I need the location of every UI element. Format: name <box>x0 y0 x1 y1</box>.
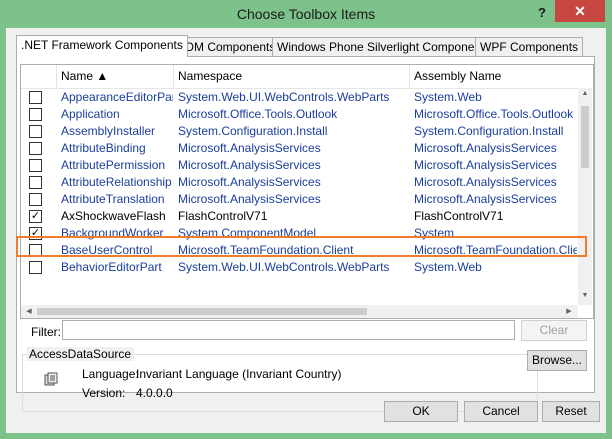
details-group-title: AccessDataSource <box>26 347 135 361</box>
row-checkbox[interactable] <box>29 261 42 274</box>
cell-name: AxShockwaveFlash <box>61 209 166 223</box>
cell-namespace: Microsoft.AnalysisServices <box>178 175 321 189</box>
tab-wpf-components[interactable]: WPF Components <box>475 37 584 56</box>
scroll-left-arrow-icon[interactable]: ◀ <box>22 307 36 315</box>
table-row[interactable]: AttributePermission Microsoft.AnalysisSer… <box>21 157 581 174</box>
cell-namespace: Microsoft.AnalysisServices <box>178 158 321 172</box>
dialog-window: Choose Toolbox Items ? ✕ .NET Framework … <box>0 0 612 439</box>
table-body: AppearanceEditorPart System.Web.UI.WebCon… <box>21 89 581 305</box>
cell-name: AttributeBinding <box>61 141 146 155</box>
cell-assembly-name: Microsoft.AnalysisServices <box>414 192 557 206</box>
cell-name: BehaviorEditorPart <box>61 260 162 274</box>
cell-namespace: System.Web.UI.WebControls.WebParts <box>178 90 390 104</box>
dialog-body: .NET Framework Components COM Components… <box>6 28 606 433</box>
cell-namespace: System.Web.UI.WebControls.WebParts <box>178 260 390 274</box>
table-row[interactable]: ✓ AxShockwaveFlash FlashControlV71 FlashCon… <box>21 208 581 225</box>
browse-button[interactable]: Browse... <box>527 350 587 371</box>
table-row[interactable]: BehaviorEditorPart System.Web.UI.WebContr… <box>21 259 581 276</box>
row-checkbox[interactable] <box>29 159 42 172</box>
table-row[interactable]: AttributeTranslation Microsoft.AnalysisSe… <box>21 191 581 208</box>
scroll-right-arrow-icon[interactable]: ▶ <box>562 307 576 315</box>
table-row[interactable]: AttributeBinding Microsoft.AnalysisServic… <box>21 140 581 157</box>
selected-row-highlight <box>16 236 587 257</box>
cell-assembly-name: Microsoft.AnalysisServices <box>414 141 557 155</box>
language-value: Invariant Language (Invariant Country) <box>136 367 342 381</box>
language-label: Language: <box>82 367 139 381</box>
horizontal-scroll-thumb[interactable] <box>37 308 367 315</box>
row-checkbox[interactable] <box>29 91 42 104</box>
clear-button[interactable]: Clear <box>521 320 587 341</box>
close-button[interactable]: ✕ <box>555 0 605 22</box>
cell-assembly-name: System.Web <box>414 260 482 274</box>
tab-net-framework-components[interactable]: .NET Framework Components <box>16 35 188 57</box>
table-row[interactable]: AppearanceEditorPart System.Web.UI.WebCon… <box>21 89 581 106</box>
column-header-name[interactable]: Name ▲ <box>57 65 174 88</box>
cell-assembly-name: System.Web <box>414 90 482 104</box>
cell-namespace: System.Configuration.Install <box>178 124 328 138</box>
scroll-down-arrow-icon[interactable]: ▼ <box>578 292 592 299</box>
table-row[interactable]: AssemblyInstaller System.Configuration.In… <box>21 123 581 140</box>
help-button[interactable]: ? <box>532 3 552 23</box>
version-value: 4.0.0.0 <box>136 386 173 400</box>
reset-button[interactable]: Reset <box>542 401 600 422</box>
version-label: Version: <box>82 386 126 400</box>
cell-assembly-name: Microsoft.AnalysisServices <box>414 158 557 172</box>
details-group <box>22 354 538 412</box>
row-checkbox[interactable] <box>29 193 42 206</box>
row-checkbox[interactable]: ✓ <box>29 210 42 223</box>
vertical-scroll-thumb[interactable] <box>581 106 589 168</box>
cell-assembly-name: Microsoft.Office.Tools.Outlook <box>414 107 574 121</box>
cancel-button[interactable]: Cancel <box>464 401 538 422</box>
filter-input[interactable] <box>62 320 515 340</box>
assembly-icon <box>44 372 58 386</box>
cell-name: AttributeTranslation <box>61 192 165 206</box>
cell-assembly-name: System.Configuration.Install <box>414 124 564 138</box>
cell-name: AttributeRelationship <box>61 175 172 189</box>
checkbox-column-header <box>21 65 57 88</box>
horizontal-scrollbar[interactable]: ◀ ▶ <box>21 305 578 318</box>
row-checkbox[interactable] <box>29 176 42 189</box>
filter-label: Filter: <box>31 325 61 339</box>
cell-namespace: FlashControlV71 <box>178 209 268 223</box>
cell-namespace: Microsoft.AnalysisServices <box>178 192 321 206</box>
ok-button[interactable]: OK <box>384 401 458 422</box>
components-table: Name ▲ Namespace Assembly Name Appearanc… <box>20 64 594 319</box>
cell-assembly-name: FlashControlV71 <box>414 209 504 223</box>
table-row[interactable]: AttributeRelationship Microsoft.AnalysisS… <box>21 174 581 191</box>
row-checkbox[interactable] <box>29 108 42 121</box>
column-header-namespace[interactable]: Namespace <box>174 65 410 88</box>
row-checkbox[interactable] <box>29 125 42 138</box>
scroll-up-arrow-icon[interactable]: ▲ <box>578 90 592 97</box>
table-row[interactable]: Application Microsoft.Office.Tools.Outloo… <box>21 106 581 123</box>
row-checkbox[interactable] <box>29 142 42 155</box>
vertical-scrollbar[interactable]: ▲ ▼ <box>578 88 592 305</box>
tab-windows-phone-silverlight-components[interactable]: Windows Phone Silverlight Components <box>272 37 496 56</box>
cell-name: Application <box>61 107 120 121</box>
table-header: Name ▲ Namespace Assembly Name <box>21 65 578 89</box>
title-bar: Choose Toolbox Items ? ✕ <box>0 0 612 28</box>
cell-namespace: Microsoft.AnalysisServices <box>178 141 321 155</box>
window-title: Choose Toolbox Items <box>236 6 376 22</box>
cell-name: AppearanceEditorPart <box>61 90 173 104</box>
cell-name: AttributePermission <box>61 158 166 172</box>
cell-name: AssemblyInstaller <box>61 124 156 138</box>
column-header-assembly-name[interactable]: Assembly Name <box>410 65 578 88</box>
cell-assembly-name: Microsoft.AnalysisServices <box>414 175 557 189</box>
cell-namespace: Microsoft.Office.Tools.Outlook <box>178 107 338 121</box>
